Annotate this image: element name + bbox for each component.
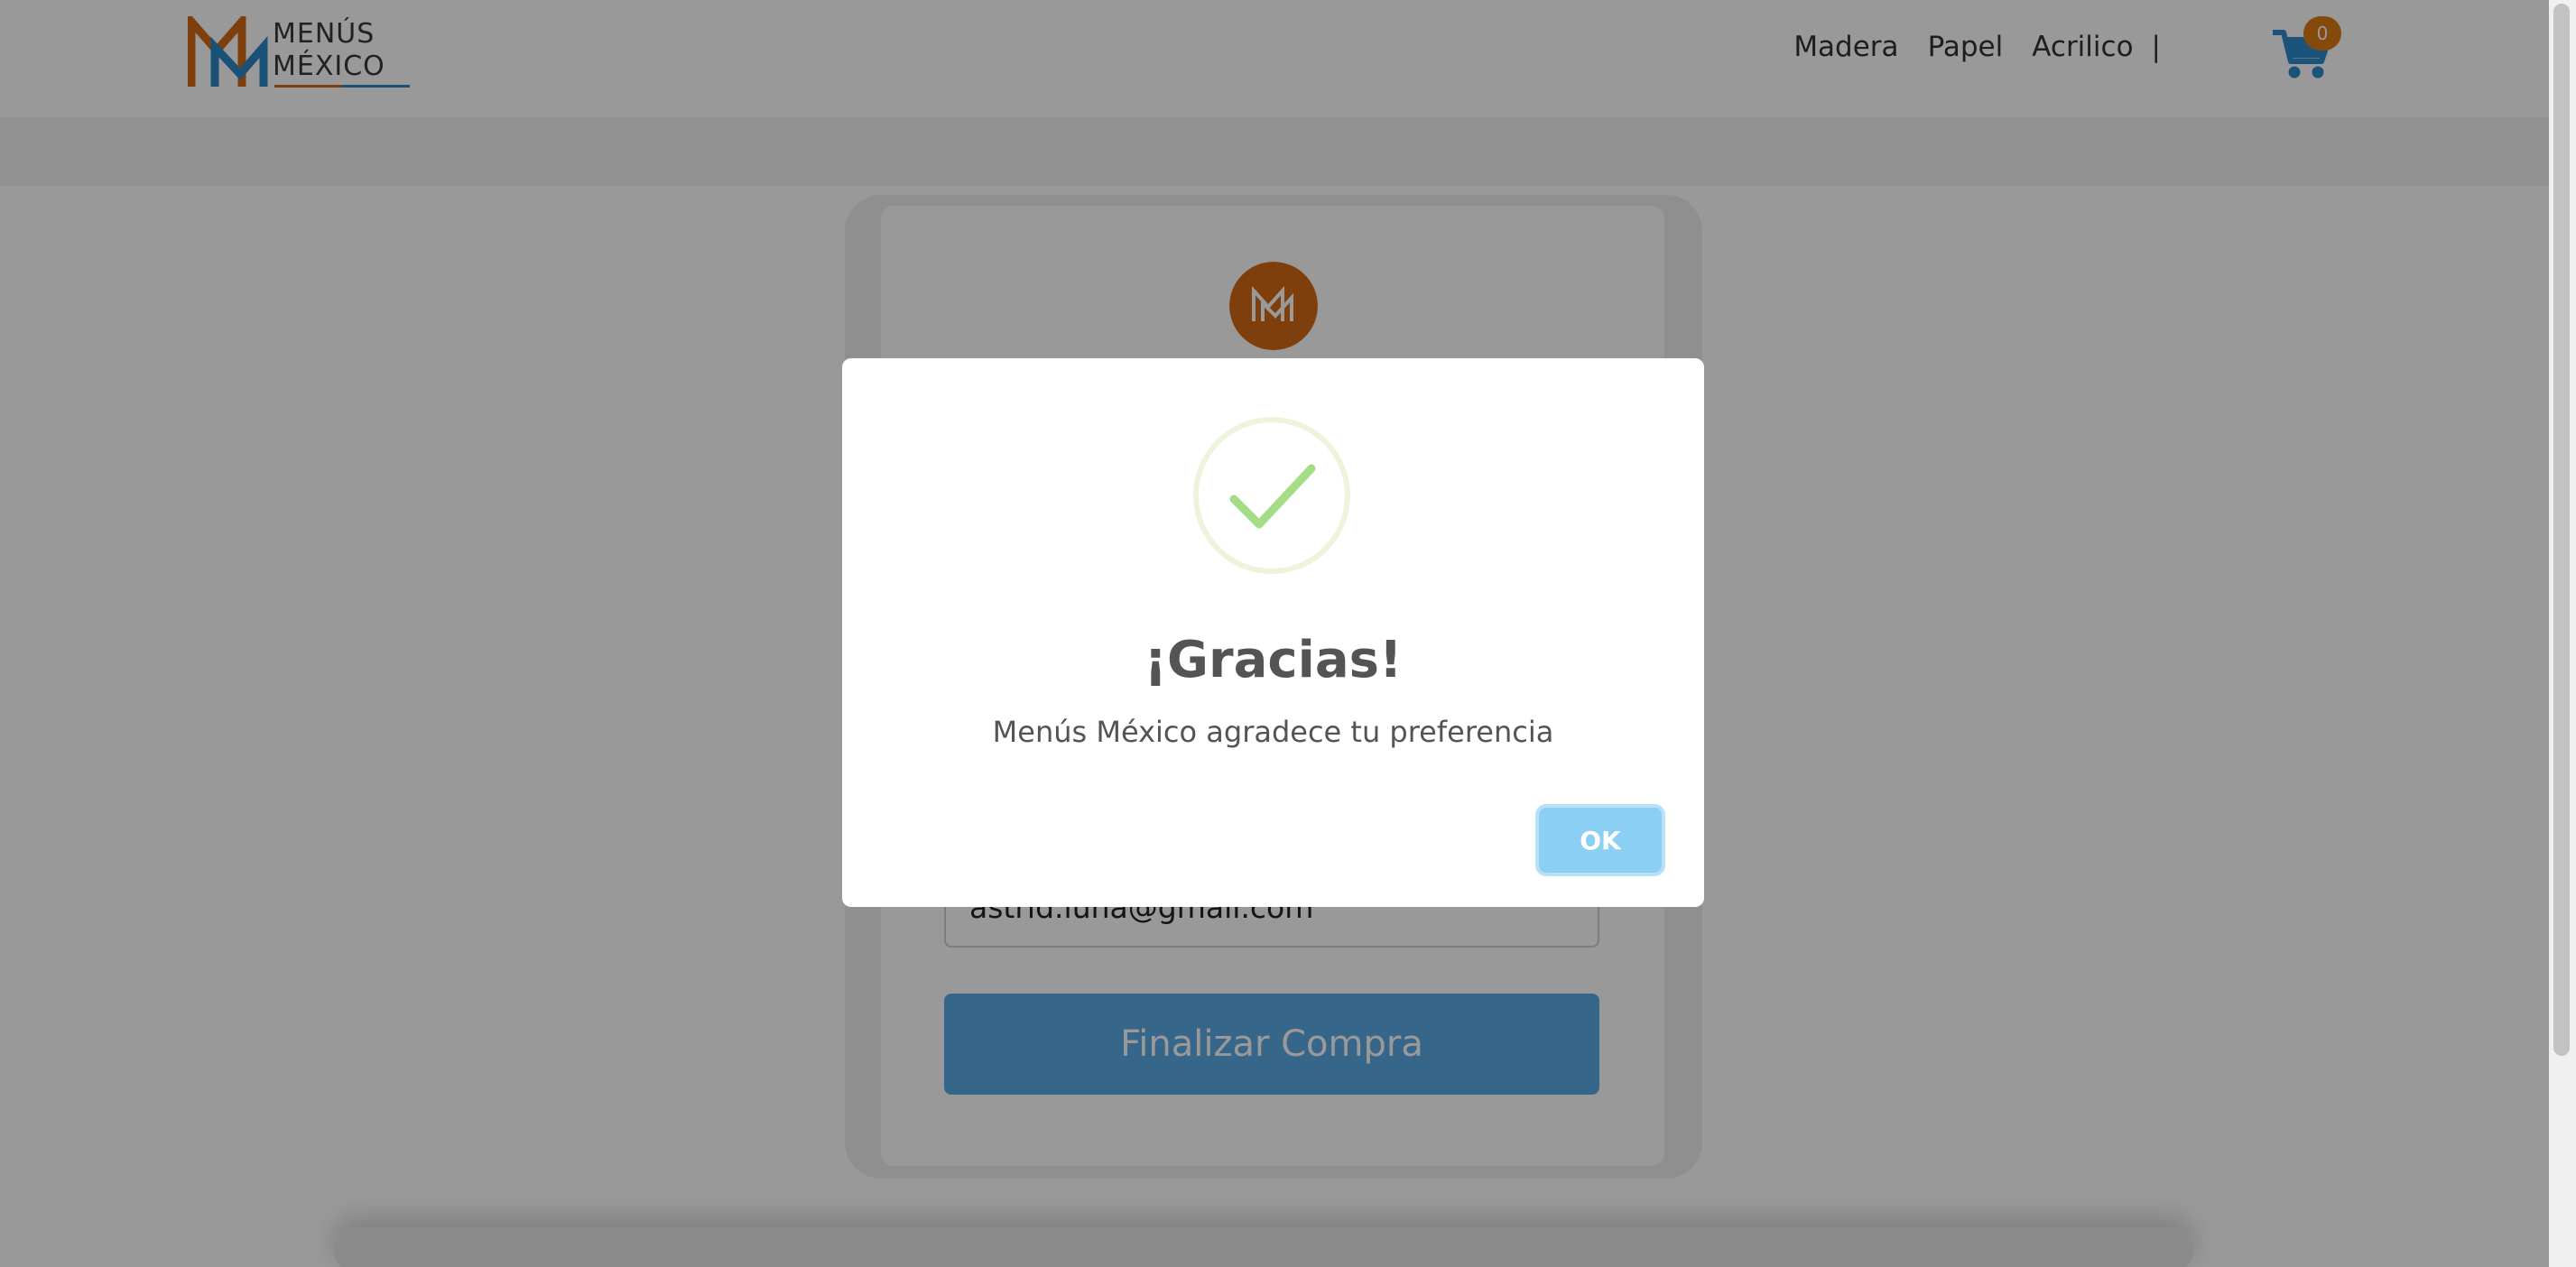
dialog-message: Menús México agradece tu preferencia bbox=[992, 715, 1554, 749]
ok-button[interactable]: OK bbox=[1539, 808, 1662, 873]
success-check-icon bbox=[1193, 417, 1350, 574]
vertical-scrollbar-thumb[interactable] bbox=[2553, 4, 2570, 1056]
success-dialog: ¡Gracias! Menús México agradece tu prefe… bbox=[842, 358, 1704, 907]
dialog-title: ¡Gracias! bbox=[1144, 631, 1403, 689]
